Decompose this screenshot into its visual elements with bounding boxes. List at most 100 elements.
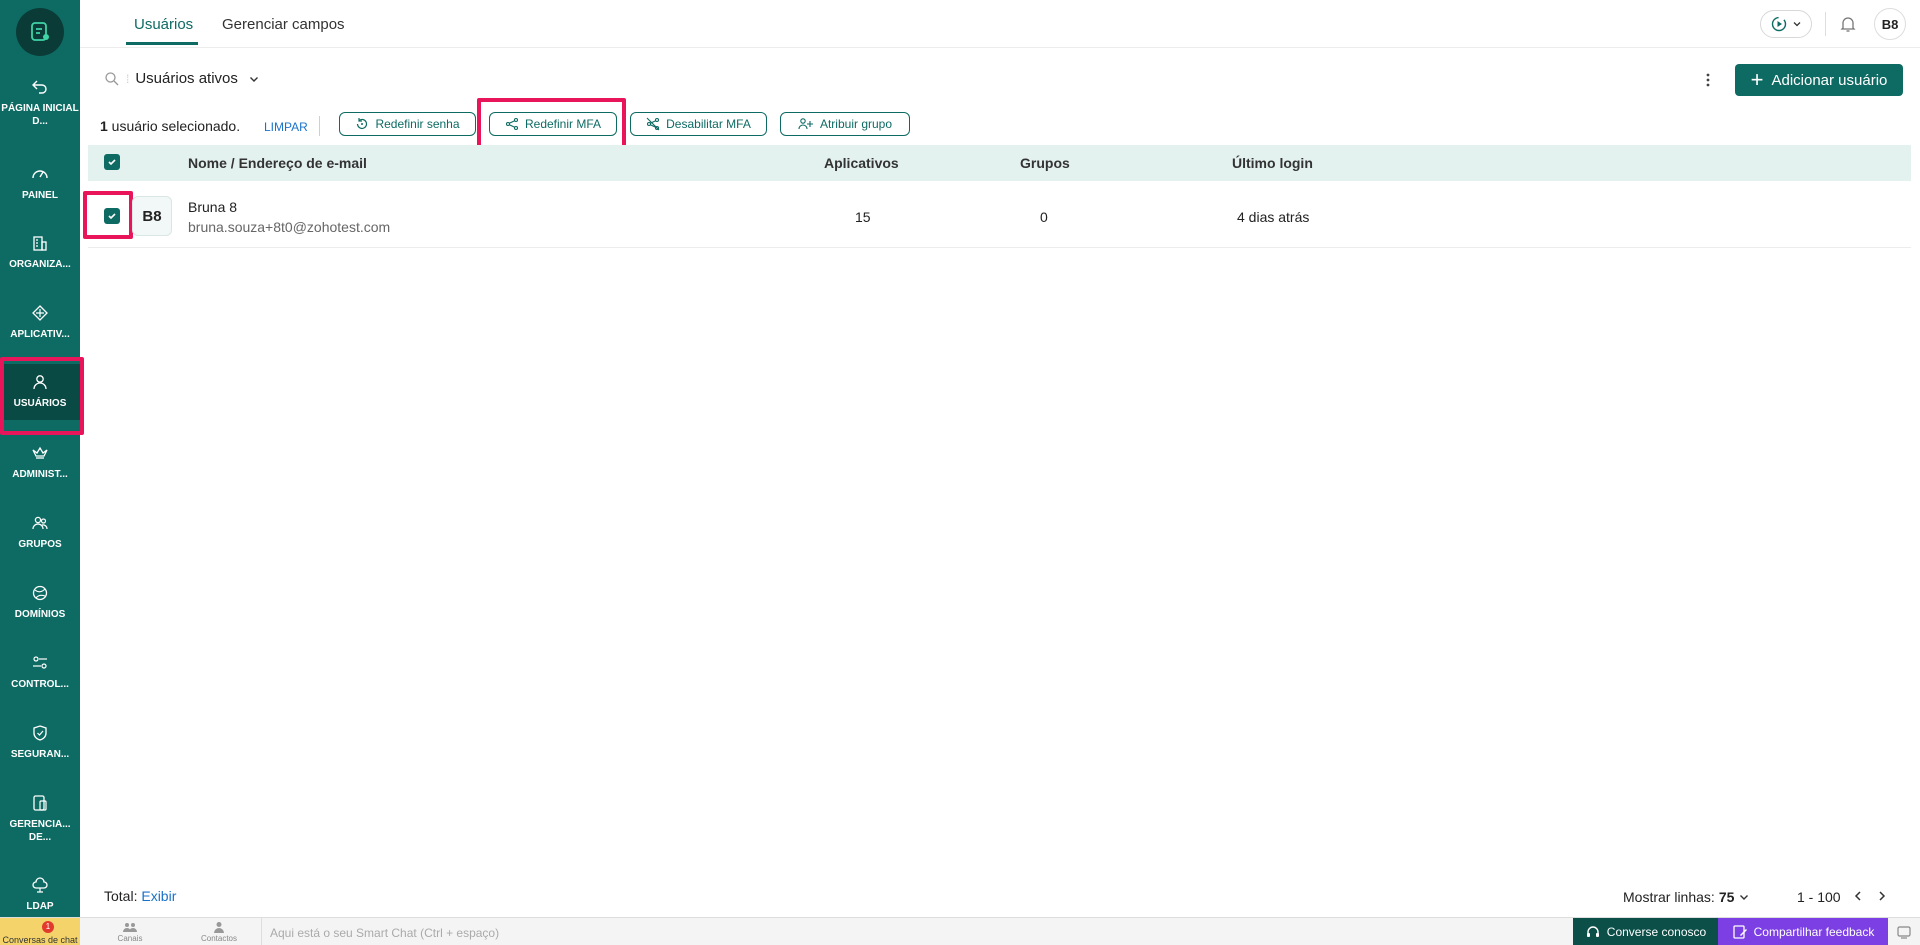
filter-label: Usuários ativos [135, 70, 238, 87]
next-page-button[interactable] [1877, 889, 1887, 905]
reset-password-icon [357, 118, 368, 130]
controls-icon [33, 656, 47, 669]
chat-window-icon[interactable] [1896, 924, 1912, 940]
sidebar-item-admins[interactable]: ADMINIST... [0, 444, 80, 481]
chevron-down-icon [1793, 22, 1801, 27]
user-status-filter[interactable]: ⁞ Usuários ativos [104, 70, 260, 87]
prev-page-button[interactable] [1853, 889, 1863, 905]
add-user-button[interactable]: + Adicionar usuário [1735, 64, 1903, 96]
share-feedback-label: Compartilhar feedback [1753, 925, 1875, 939]
channels-button[interactable]: Canais [95, 918, 165, 945]
more-options-button[interactable] [1700, 70, 1716, 90]
chevron-down-icon [1740, 895, 1749, 900]
rows-per-page-value: 75 [1718, 889, 1735, 905]
group-icon [32, 516, 48, 530]
plus-icon: + [1750, 67, 1764, 92]
add-user-label: Adicionar usuário [1771, 71, 1888, 89]
assign-group-label: Atribuir grupo [819, 117, 893, 131]
sidebar-item-label: GRUPOS [18, 539, 62, 550]
contacts-button[interactable]: Contactos [184, 918, 254, 945]
announcements-button[interactable] [1760, 10, 1812, 38]
app-logo[interactable] [16, 8, 64, 56]
reset-password-label: Redefinir senha [375, 117, 460, 131]
sidebar-item-label: GERENCIA... DE... [9, 819, 71, 843]
disable-mfa-button[interactable]: Desabilitar MFA [630, 112, 767, 136]
row-user-email: bruna.souza+8t0@zohotest.com [188, 219, 391, 235]
column-header-apps[interactable]: Aplicativos [824, 155, 899, 171]
sidebar-item-apps[interactable]: APLICATIV... [0, 304, 80, 341]
sidebar-item-device-management[interactable]: GERENCIA... DE... [0, 794, 80, 844]
table-row[interactable] [88, 188, 1911, 248]
channels-label: Canais [117, 934, 143, 943]
sidebar-item-home[interactable]: PÁGINA INICIAL D... [0, 78, 80, 128]
row-last-login: 4 dias atrás [1237, 209, 1310, 225]
highlight-box-row-checkbox [83, 191, 133, 239]
selection-count: 1 [100, 118, 108, 134]
globe-icon [32, 585, 48, 601]
sidebar-item-label: SEGURAN... [10, 749, 70, 760]
talk-to-us-label: Converse conosco [1606, 925, 1707, 939]
highlight-box-users [0, 357, 84, 435]
column-header-name[interactable]: Nome / Endereço de e-mail [188, 155, 367, 171]
sidebar-item-label: ADMINIST... [12, 469, 68, 480]
select-all-checkbox[interactable] [104, 154, 120, 170]
sidebar-item-organization[interactable]: ORGANIZA... [0, 234, 80, 271]
total-label: Total: [104, 888, 138, 904]
conversations-label: Conversas de chat [2, 935, 78, 945]
tab-users[interactable]: Usuários [134, 16, 193, 33]
column-header-last-login[interactable]: Último login [1232, 155, 1313, 171]
chevron-down-icon [249, 76, 258, 82]
smart-chat-input[interactable]: Aqui está o seu Smart Chat (Ctrl + espaç… [270, 926, 499, 940]
bell-icon [1840, 17, 1856, 32]
crown-icon [32, 446, 48, 459]
disable-mfa-label: Desabilitar MFA [666, 117, 751, 131]
gauge-icon [32, 170, 48, 179]
user-avatar[interactable]: B8 [1874, 8, 1906, 40]
rows-per-page-select[interactable]: Mostrar linhas: 75 [1623, 889, 1750, 905]
notifications-button[interactable] [1836, 12, 1860, 36]
chevron-left-icon [1854, 891, 1861, 901]
assign-group-button[interactable]: Atribuir grupo [780, 112, 910, 136]
sidebar-item-ldap[interactable]: LDAP [0, 876, 80, 913]
share-feedback-button[interactable]: Compartilhar feedback [1718, 918, 1888, 945]
device-icon [33, 795, 47, 811]
contacts-label: Contactos [200, 934, 238, 943]
sidebar-item-painel[interactable]: PAINEL [0, 165, 80, 202]
sidebar-item-domains[interactable]: DOMÍNIOS [0, 584, 80, 621]
sidebar-item-security[interactable]: SEGURAN... [0, 724, 80, 761]
table-header: Nome / Endereço de e-mail Aplicativos Gr… [88, 145, 1911, 181]
column-header-groups[interactable]: Grupos [1020, 155, 1070, 171]
active-tab-indicator [126, 42, 198, 45]
total-count: Total: Exibir [104, 888, 176, 904]
talk-to-us-button[interactable]: Converse conosco [1573, 918, 1718, 945]
row-user-avatar: B8 [132, 196, 172, 236]
smart-chat-bar: 1 Conversas de chat Canais Contactos Aqu… [0, 917, 1920, 945]
sidebar-item-label: ORGANIZA... [9, 259, 71, 270]
clear-selection-link[interactable]: LIMPAR [264, 120, 308, 134]
app-window: PÁGINA INICIAL D... PAINEL ORGANIZA... A… [0, 0, 1920, 945]
sidebar-item-label: APLICATIV... [10, 329, 70, 340]
sidebar: PÁGINA INICIAL D... PAINEL ORGANIZA... A… [0, 0, 80, 917]
sidebar-item-controls[interactable]: CONTROL... [0, 654, 80, 691]
building-icon [33, 236, 47, 251]
unread-badge: 1 [42, 921, 54, 933]
sidebar-item-label: CONTROL... [11, 679, 69, 690]
assign-group-icon [798, 118, 813, 130]
headset-icon [1586, 926, 1599, 937]
row-user-name[interactable]: Bruna 8 [188, 199, 237, 215]
disable-mfa-icon [646, 117, 660, 131]
chat-conversations-button[interactable]: 1 Conversas de chat [0, 918, 80, 945]
tab-manage-fields[interactable]: Gerenciar campos [222, 16, 345, 33]
reset-password-button[interactable]: Redefinir senha [339, 112, 476, 136]
back-arrow-icon [32, 80, 47, 94]
selection-text: usuário selecionado. [107, 118, 241, 134]
show-total-link[interactable]: Exibir [141, 888, 176, 904]
feedback-icon [1732, 925, 1747, 939]
contacts-icon [214, 922, 224, 933]
sidebar-item-groups[interactable]: GRUPOS [0, 514, 80, 551]
filter-divider: ⁞ [126, 71, 130, 86]
row-apps-count: 15 [855, 209, 871, 225]
checkmark-icon [108, 159, 116, 166]
chevron-right-icon [1879, 891, 1886, 901]
row-groups-count: 0 [1040, 209, 1048, 225]
